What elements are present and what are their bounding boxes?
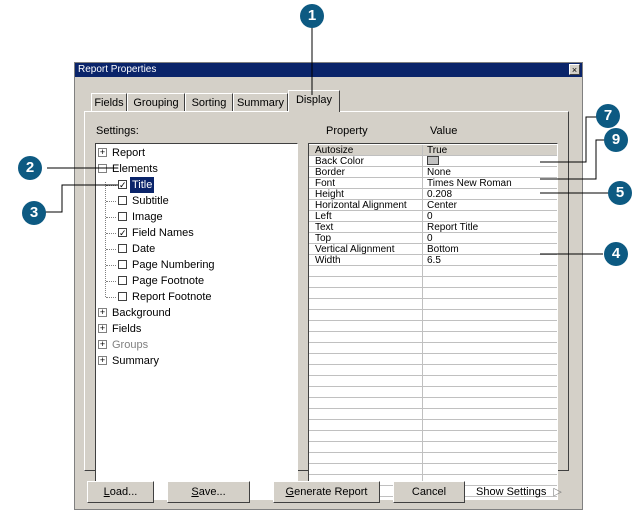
callout-3: 3 <box>22 201 46 225</box>
callout-5: 5 <box>608 181 632 205</box>
callout-1: 1 <box>300 4 324 28</box>
callout-2: 2 <box>18 156 42 180</box>
callout-leader-lines <box>44 20 609 255</box>
callout-7: 7 <box>596 104 620 128</box>
callout-4: 4 <box>604 242 628 266</box>
callout-9: 9 <box>604 128 628 152</box>
